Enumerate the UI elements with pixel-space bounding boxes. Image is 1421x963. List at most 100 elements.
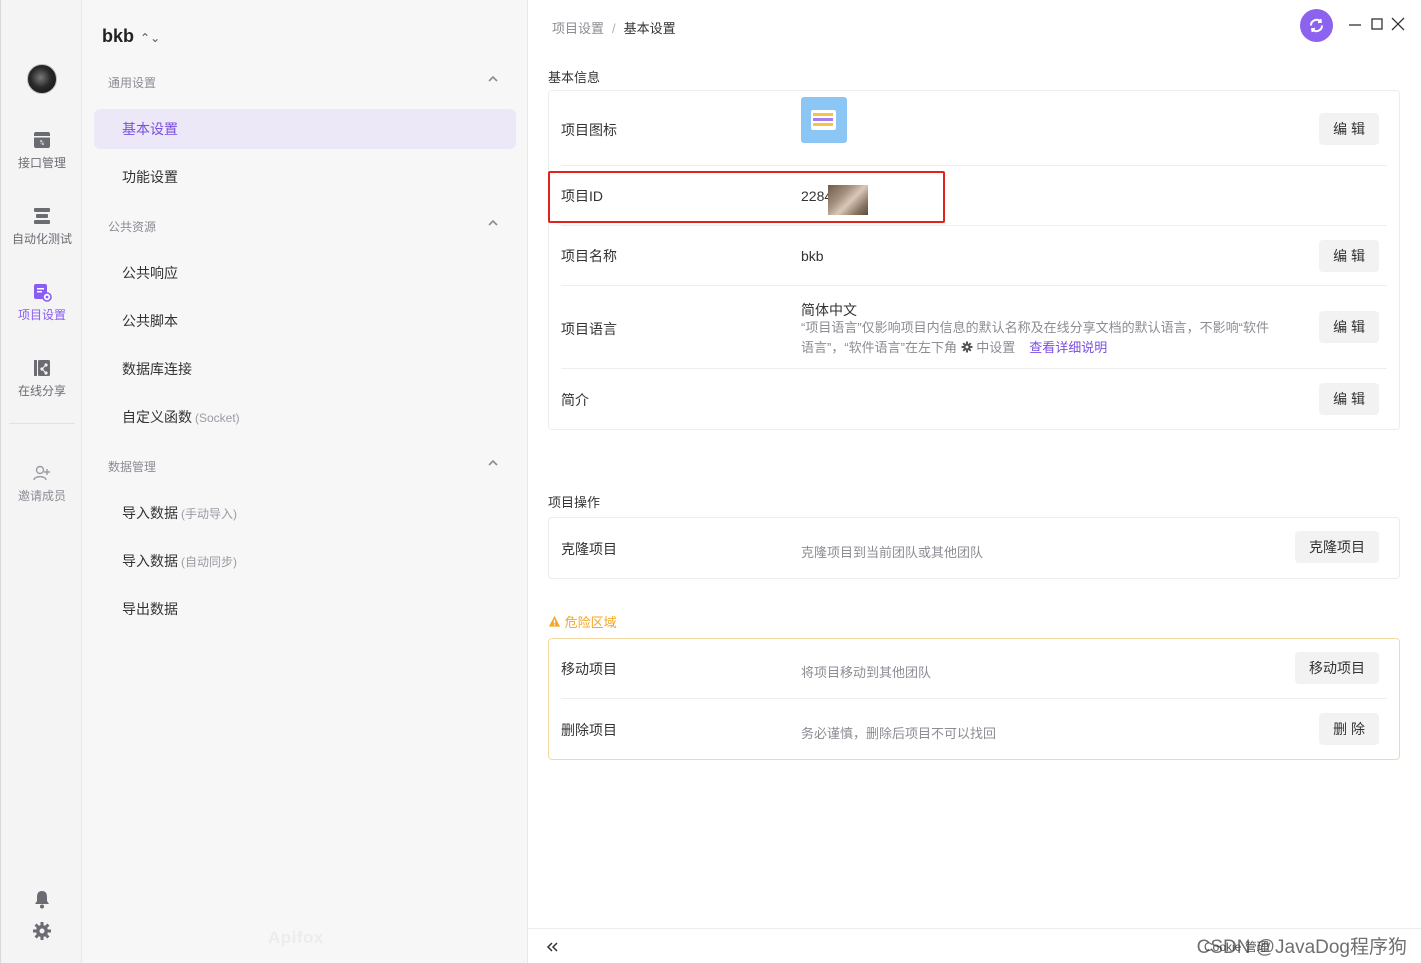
rail-item-invite[interactable]: 邀请成员 xyxy=(1,463,83,504)
move-description: 将项目移动到其他团队 xyxy=(801,665,932,680)
row-project-name: 项目名称 bkb 编 辑 xyxy=(561,226,1387,286)
field-label: 项目ID xyxy=(561,188,603,204)
section-general[interactable]: 通用设置 xyxy=(108,74,500,91)
gear-icon xyxy=(961,341,973,353)
edit-intro-button[interactable]: 编 辑 xyxy=(1319,383,1379,415)
danger-zone-panel: 移动项目 将项目移动到其他团队 移动项目 删除项目 务必谨慎，删除后项目不可以找… xyxy=(548,638,1400,760)
rail-label: 接口管理 xyxy=(17,156,66,170)
delete-project-button[interactable]: 删 除 xyxy=(1319,713,1379,745)
nav-item-export[interactable]: 导出数据 xyxy=(94,589,516,629)
warning-icon xyxy=(548,615,561,627)
nav-item-basic[interactable]: 基本设置 xyxy=(94,109,516,149)
field-label: 项目图标 xyxy=(561,122,617,138)
section-label: 通用设置 xyxy=(108,76,157,90)
clone-project-button[interactable]: 克隆项目 xyxy=(1295,531,1379,563)
nav-item-import-manual[interactable]: 导入数据 (手动导入) xyxy=(94,493,516,533)
nav-item-label: 导入数据 xyxy=(122,553,178,569)
field-label: 项目名称 xyxy=(561,248,617,264)
field-label: 项目语言 xyxy=(561,321,617,337)
row-intro: 简介 编 辑 xyxy=(561,369,1387,429)
collapse-left-icon[interactable] xyxy=(544,939,560,955)
nav-item-feature[interactable]: 功能设置 xyxy=(94,157,516,197)
minimize-icon[interactable] xyxy=(1346,15,1364,33)
avatar[interactable] xyxy=(27,64,57,94)
nav-item-label: 公共脚本 xyxy=(122,313,178,329)
nav-item-label: 自定义函数 xyxy=(122,409,192,425)
bottom-bar: Cookie 管理 CSDN @JavaDog程序狗 xyxy=(528,928,1421,963)
nav-item-sublabel: (手动导入) xyxy=(181,507,237,521)
sync-button[interactable] xyxy=(1300,9,1333,42)
redaction-image xyxy=(828,185,868,215)
edit-icon-button[interactable]: 编 辑 xyxy=(1319,113,1379,145)
maximize-icon[interactable] xyxy=(1368,15,1386,33)
book-stack-icon xyxy=(811,110,836,130)
main-content: 项目设置 / 基本设置 基本信息 项目图标 编 辑 项目ID 2284 项目名称 b… xyxy=(528,0,1421,963)
rail-label: 在线分享 xyxy=(17,384,66,398)
project-ops-title: 项目操作 xyxy=(548,495,601,510)
project-ops-panel: 克隆项目 克隆项目到当前团队或其他团队 克隆项目 xyxy=(548,517,1400,579)
danger-zone-label: 危险区域 xyxy=(564,615,617,630)
section-data[interactable]: 数据管理 xyxy=(108,458,500,475)
move-project-button[interactable]: 移动项目 xyxy=(1295,652,1379,684)
nav-item-label: 导出数据 xyxy=(122,601,178,617)
rail-item-share[interactable]: 在线分享 xyxy=(1,358,83,399)
automation-icon xyxy=(34,208,50,224)
clone-description: 克隆项目到当前团队或其他团队 xyxy=(801,545,984,560)
project-name: bkb xyxy=(102,26,135,46)
close-icon[interactable] xyxy=(1389,15,1407,33)
breadcrumb-current: 基本设置 xyxy=(623,21,676,36)
share-icon xyxy=(34,360,50,376)
rail-item-api[interactable]: % 接口管理 xyxy=(1,130,83,171)
project-switcher[interactable]: bkb ⌃⌄ xyxy=(102,26,160,47)
rail-label: 项目设置 xyxy=(17,308,66,322)
row-project-icon: 项目图标 编 辑 xyxy=(561,91,1387,166)
nav-item-public-script[interactable]: 公共脚本 xyxy=(94,301,516,341)
nav-item-label: 公共响应 xyxy=(122,265,178,281)
rail-item-project-settings[interactable]: 项目设置 xyxy=(1,282,83,323)
field-label: 简介 xyxy=(561,392,589,408)
language-note-text-2: 中设置 xyxy=(976,340,1016,355)
section-label: 公共资源 xyxy=(108,220,157,234)
row-project-id: 项目ID 2284 xyxy=(561,166,1387,226)
breadcrumb-separator: / xyxy=(612,21,616,36)
nav-item-db-connection[interactable]: 数据库连接 xyxy=(94,349,516,389)
rail-divider xyxy=(9,423,75,424)
nav-item-label: 基本设置 xyxy=(122,121,178,137)
nav-item-import-auto[interactable]: 导入数据 (自动同步) xyxy=(94,541,516,581)
bell-icon[interactable] xyxy=(31,888,53,910)
row-delete: 删除项目 务必谨慎，删除后项目不可以找回 删 除 xyxy=(561,699,1387,759)
gear-icon[interactable] xyxy=(31,920,53,942)
rail-label: 自动化测试 xyxy=(11,232,72,246)
chevron-up-icon xyxy=(488,219,498,226)
refresh-icon xyxy=(1309,18,1324,33)
row-clone: 克隆项目 克隆项目到当前团队或其他团队 克隆项目 xyxy=(561,518,1387,578)
project-name-value: bkb xyxy=(801,248,824,264)
section-public[interactable]: 公共资源 xyxy=(108,218,500,235)
edit-name-button[interactable]: 编 辑 xyxy=(1319,240,1379,272)
basic-info-panel: 项目图标 编 辑 项目ID 2284 项目名称 bkb 编 辑 项目语言 简体中… xyxy=(548,90,1400,430)
chevron-up-icon xyxy=(488,459,498,466)
nav-item-label: 导入数据 xyxy=(122,505,178,521)
view-details-link[interactable]: 查看详细说明 xyxy=(1029,340,1107,355)
nav-item-sublabel: (自动同步) xyxy=(181,555,237,569)
breadcrumb: 项目设置 / 基本设置 xyxy=(552,18,676,37)
apifox-watermark: Apifox xyxy=(268,928,324,947)
breadcrumb-parent[interactable]: 项目设置 xyxy=(552,21,604,36)
basic-info-title: 基本信息 xyxy=(548,70,601,85)
project-icon-image[interactable] xyxy=(801,97,847,143)
field-label: 移动项目 xyxy=(561,661,617,677)
project-id-value: 2284 xyxy=(801,185,868,215)
invite-member-icon xyxy=(33,465,50,481)
row-project-language: 项目语言 简体中文 “项目语言”仅影响项目内信息的默认名称及在线分享文档的默认语… xyxy=(561,286,1387,369)
chevron-up-icon xyxy=(488,75,498,82)
row-move: 移动项目 将项目移动到其他团队 移动项目 xyxy=(561,639,1387,699)
delete-description: 务必谨慎，删除后项目不可以找回 xyxy=(801,726,997,741)
chevron-updown-icon: ⌃⌄ xyxy=(140,31,161,45)
settings-nav: bkb ⌃⌄ 通用设置 基本设置 功能设置 公共资源 公共响应 公共脚本 数据库连… xyxy=(82,0,528,963)
nav-item-custom-function[interactable]: 自定义函数 (Socket) xyxy=(94,397,516,437)
rail-item-automation[interactable]: 自动化测试 xyxy=(1,206,83,247)
edit-language-button[interactable]: 编 辑 xyxy=(1319,311,1379,343)
nav-item-public-response[interactable]: 公共响应 xyxy=(94,253,516,293)
field-label: 删除项目 xyxy=(561,722,617,738)
danger-zone-title: 危险区域 xyxy=(548,612,617,631)
